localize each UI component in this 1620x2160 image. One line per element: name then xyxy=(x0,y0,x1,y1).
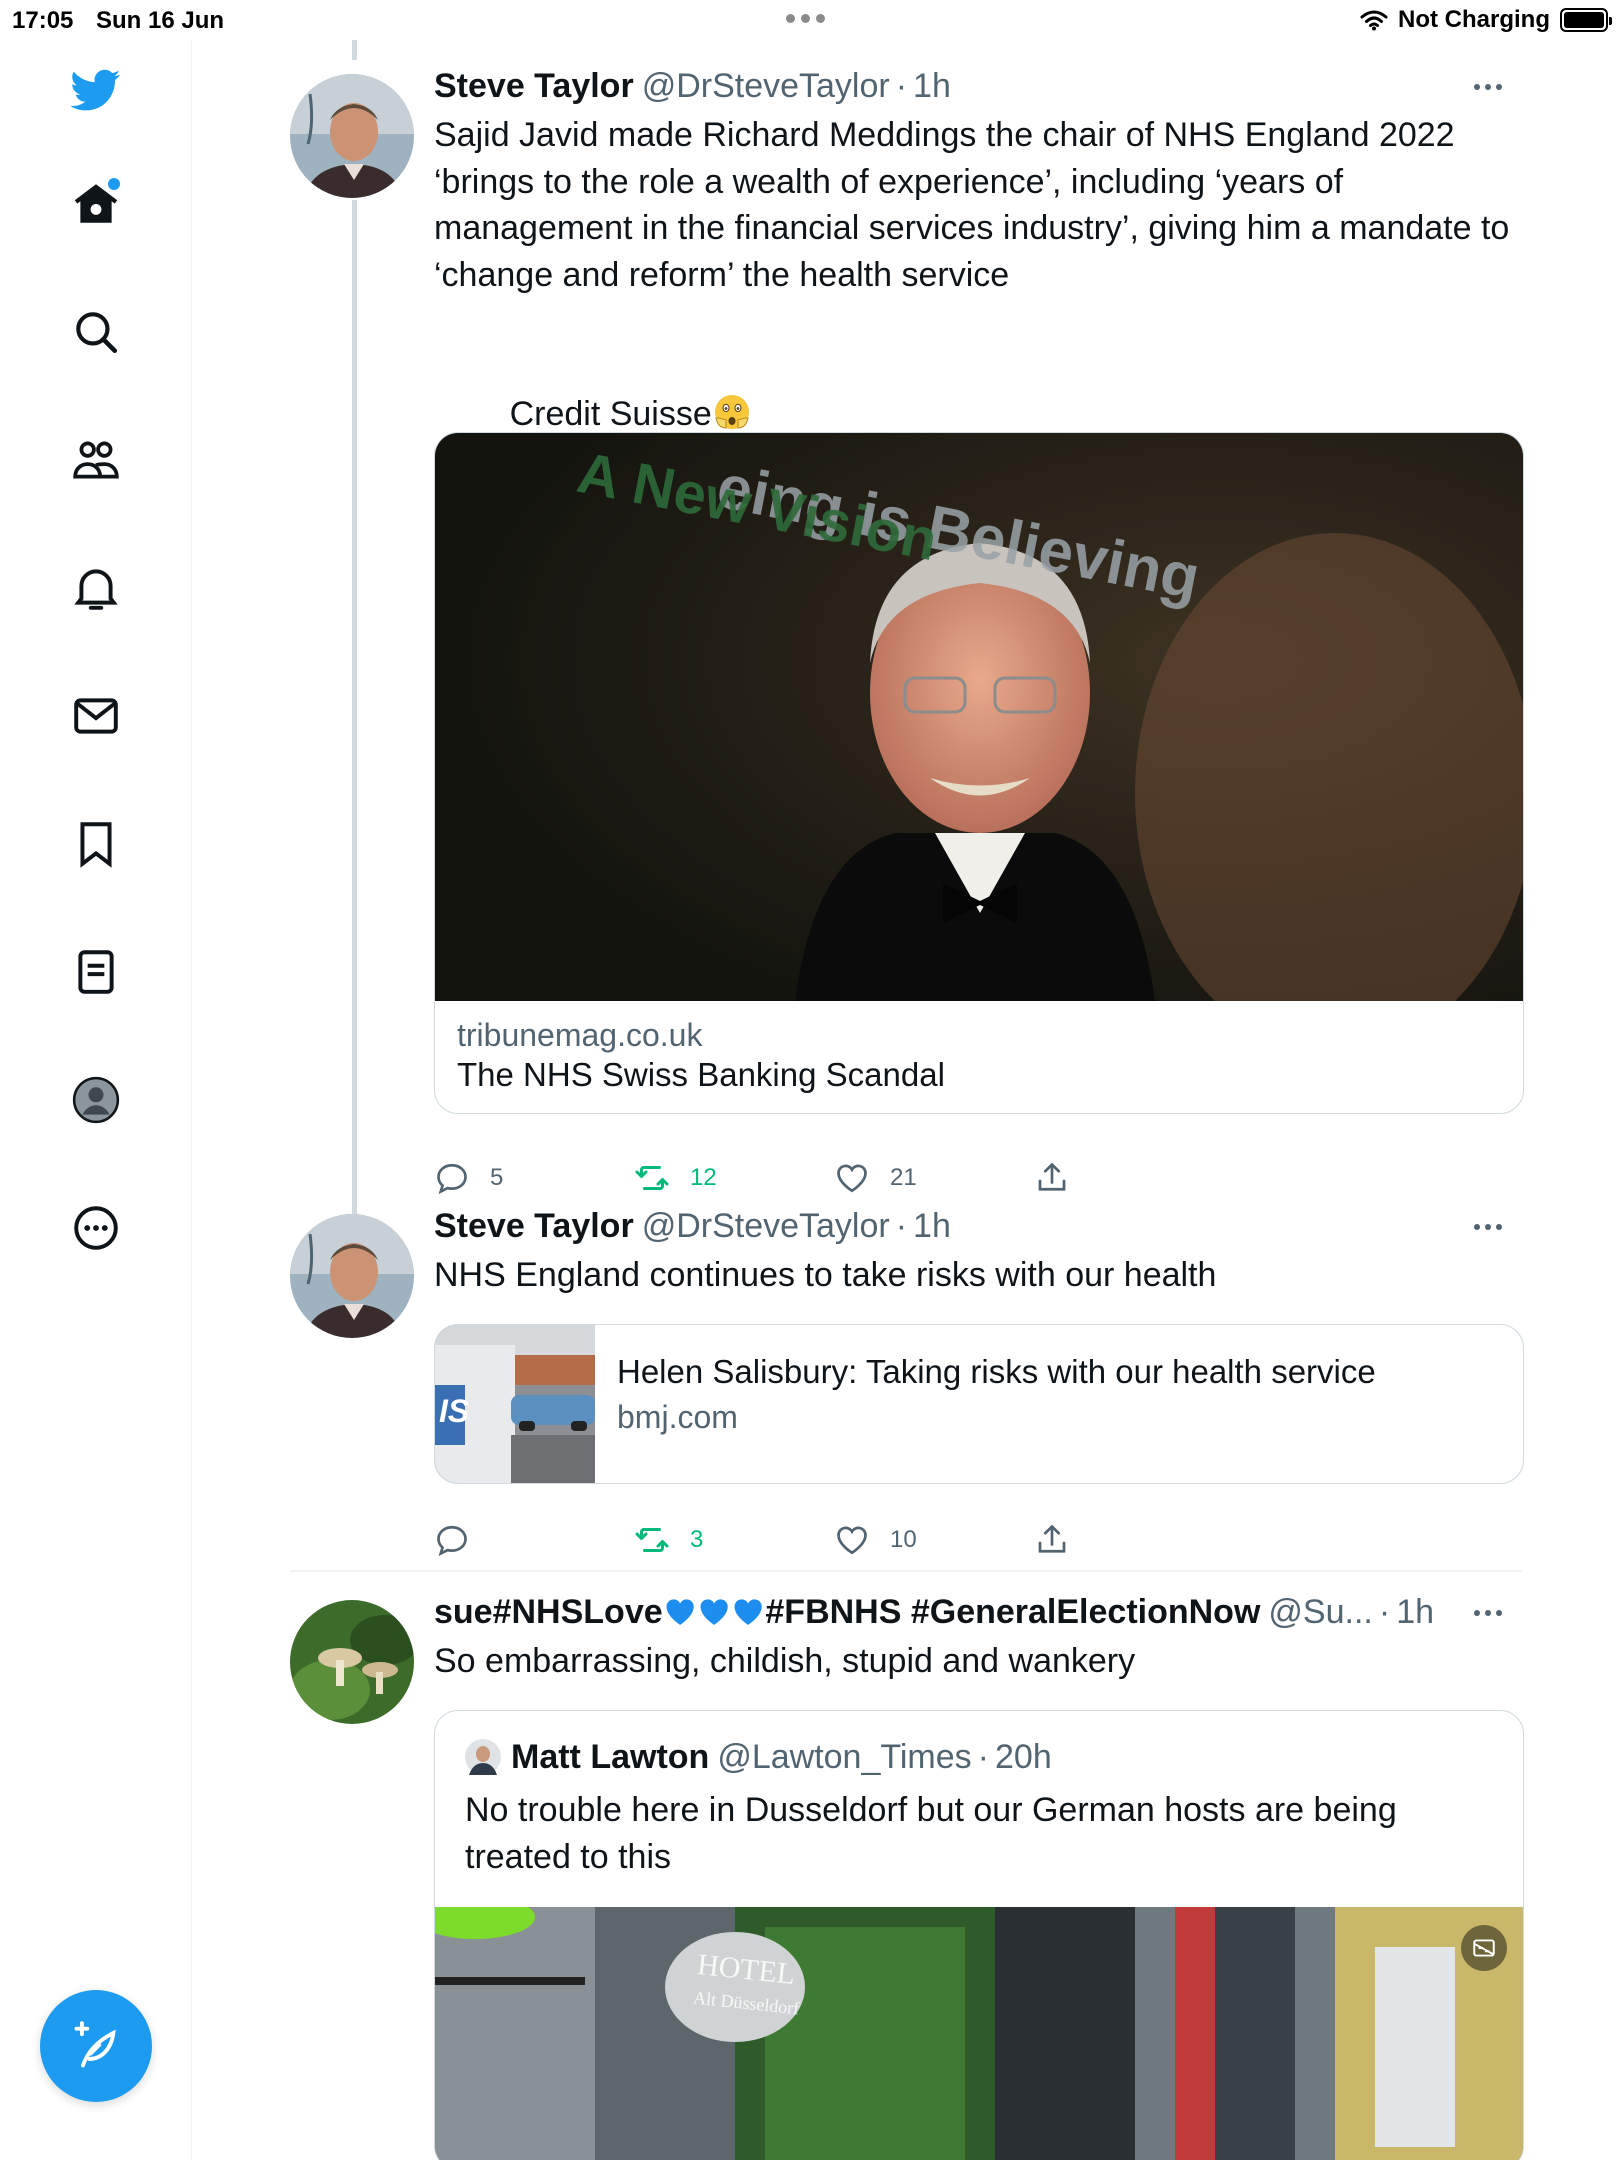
wifi-icon xyxy=(1360,10,1388,31)
quote-tweet[interactable]: Matt Lawton @Lawton_Times · 20h No troub… xyxy=(434,1710,1524,2160)
blue-heart-emoji-icon xyxy=(666,1599,694,1625)
messages-icon[interactable] xyxy=(66,686,126,746)
alt-text-badge[interactable] xyxy=(1461,1925,1507,1971)
bookmarks-icon[interactable] xyxy=(66,814,126,874)
author-handle[interactable]: @DrSteveTaylor xyxy=(642,1204,890,1248)
timeline: Steve Taylor @DrSteveTaylor · 1h Sajid J… xyxy=(192,40,1620,2160)
retweet-button[interactable]: 12 xyxy=(634,1160,717,1196)
blue-heart-emoji-icon xyxy=(700,1599,728,1625)
share-icon xyxy=(1038,1162,1066,1191)
retweet-icon xyxy=(635,1528,669,1552)
link-card-title: Helen Salisbury: Taking risks with our h… xyxy=(617,1353,1376,1390)
sidebar xyxy=(0,40,192,2160)
tweet[interactable]: Steve Taylor @DrSteveTaylor · 1h Sajid J… xyxy=(290,64,1524,1214)
link-card-image: eing is Believing A New Vision xyxy=(435,433,1523,1001)
reply-icon xyxy=(437,1525,467,1557)
twitter-bird-icon[interactable] xyxy=(66,60,126,120)
tweet-more-icon[interactable] xyxy=(1474,1224,1502,1230)
reply-count: 5 xyxy=(490,1164,504,1191)
retweet-count: 3 xyxy=(690,1526,704,1553)
retweet-count: 12 xyxy=(690,1164,717,1191)
link-card-domain: tribunemag.co.uk xyxy=(457,1017,703,1053)
tweet-more-icon[interactable] xyxy=(1474,1610,1502,1616)
home-unread-dot xyxy=(108,178,120,190)
avatar[interactable] xyxy=(290,74,414,198)
tweet-text: Sajid Javid made Richard Meddings the ch… xyxy=(434,116,1519,294)
link-card-thumbnail-text: IS xyxy=(439,1393,470,1429)
more-icon[interactable] xyxy=(66,1198,126,1258)
avatar[interactable] xyxy=(290,1214,414,1338)
communities-icon[interactable] xyxy=(66,430,126,490)
link-card[interactable]: eing is Believing A New Vision tribunema… xyxy=(434,432,1524,1114)
like-count: 21 xyxy=(890,1164,917,1191)
quote-avatar[interactable] xyxy=(465,1739,501,1775)
notifications-icon[interactable] xyxy=(66,558,126,618)
like-button[interactable]: 10 xyxy=(834,1522,917,1558)
quote-author-name[interactable]: Matt Lawton xyxy=(511,1738,709,1777)
tweet[interactable]: sue#NHSLove #FBNHS #GeneralElectionNow @… xyxy=(290,1590,1524,2160)
compose-button[interactable] xyxy=(40,1990,152,2102)
share-icon xyxy=(1038,1524,1066,1553)
shocked-face-emoji-icon xyxy=(714,394,749,429)
like-button[interactable]: 21 xyxy=(834,1160,917,1196)
tweet-timestamp[interactable]: 1h xyxy=(913,64,951,108)
quote-media[interactable]: HOTEL Alt Düsseldorf xyxy=(435,1907,1523,2160)
home-icon[interactable] xyxy=(66,174,126,234)
tweet-timestamp[interactable]: 1h xyxy=(913,1204,951,1248)
like-icon xyxy=(837,1164,867,1193)
tweet[interactable]: Steve Taylor @DrSteveTaylor · 1h NHS Eng… xyxy=(290,1204,1524,1570)
status-date: Sun 16 Jun xyxy=(96,7,225,34)
author-name-part1[interactable]: sue#NHSLove xyxy=(434,1590,663,1634)
tweet-actions: 3 10 xyxy=(434,1522,1134,1566)
quote-author-handle[interactable]: @Lawton_Times xyxy=(717,1738,971,1777)
tweet-actions: 5 12 21 xyxy=(434,1160,1134,1204)
like-count: 10 xyxy=(890,1526,917,1553)
share-button[interactable] xyxy=(1034,1522,1070,1558)
profile-icon[interactable] xyxy=(66,1070,126,1130)
multitasking-dots-icon[interactable] xyxy=(786,14,825,23)
share-button[interactable] xyxy=(1034,1160,1070,1196)
link-card-domain: bmj.com xyxy=(617,1399,738,1435)
like-icon xyxy=(837,1526,867,1555)
link-card[interactable]: IS Helen Salisbury: Taking risks with ou… xyxy=(434,1324,1524,1484)
tweet-more-icon[interactable] xyxy=(1474,84,1502,90)
battery-status-text: Not Charging xyxy=(1398,6,1550,33)
retweet-icon xyxy=(635,1166,669,1190)
author-handle[interactable]: @DrSteveTaylor xyxy=(642,64,890,108)
link-card-title: The NHS Swiss Banking Scandal xyxy=(457,1056,945,1093)
tweet-text: NHS England continues to take risks with… xyxy=(434,1256,1217,1294)
compose-icon xyxy=(74,2021,116,2068)
author-name-part2[interactable]: #FBNHS #GeneralElectionNow xyxy=(765,1590,1260,1634)
thread-line-top xyxy=(352,40,357,60)
tweet-text: So embarrassing, childish, stupid and wa… xyxy=(434,1642,1136,1680)
status-time: 17:05 xyxy=(12,7,74,34)
reply-button[interactable] xyxy=(434,1522,490,1558)
author-handle[interactable]: @Su... xyxy=(1268,1590,1372,1634)
search-icon[interactable] xyxy=(66,302,126,362)
tweet-divider xyxy=(290,1570,1522,1572)
quote-text: No trouble here in Dusseldorf but our Ge… xyxy=(465,1791,1407,1876)
status-bar: 17:05 Sun 16 Jun Not Charging xyxy=(0,0,1620,40)
quote-timestamp[interactable]: 20h xyxy=(995,1738,1052,1777)
author-name[interactable]: Steve Taylor xyxy=(434,64,634,108)
retweet-button[interactable]: 3 xyxy=(634,1522,703,1558)
reply-button[interactable]: 5 xyxy=(434,1160,503,1196)
blue-heart-emoji-icon xyxy=(734,1599,762,1625)
link-card-thumbnail: IS xyxy=(435,1325,595,1483)
lists-icon[interactable] xyxy=(66,942,126,1002)
reply-icon xyxy=(437,1163,467,1195)
tweet-text-2: Credit Suisse xyxy=(509,394,712,433)
avatar[interactable] xyxy=(290,1600,414,1724)
tweet-timestamp[interactable]: 1h xyxy=(1396,1590,1434,1634)
media-options-icon xyxy=(1473,1939,1495,1957)
battery-icon xyxy=(1560,8,1612,32)
author-name[interactable]: Steve Taylor xyxy=(434,1204,634,1248)
